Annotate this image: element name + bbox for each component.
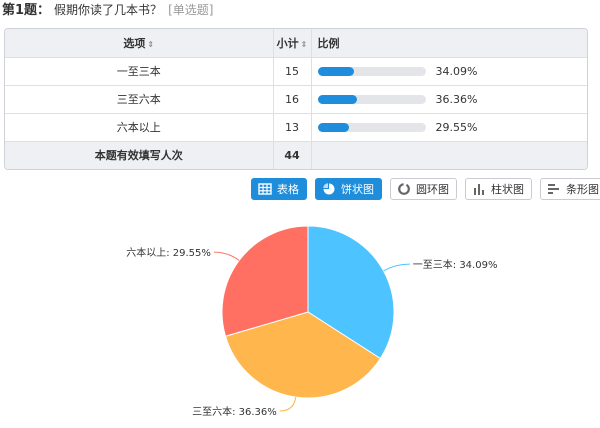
- pie-chart-label: 饼状图: [341, 183, 374, 196]
- progress-bar: [317, 94, 426, 104]
- header-option-label: 选项: [123, 36, 146, 50]
- header-count: 小计 ⇕: [273, 29, 312, 58]
- table-icon: [258, 183, 272, 195]
- pie-chart-icon: [323, 183, 335, 195]
- sort-icon[interactable]: ⇕: [147, 40, 154, 49]
- ratio-cell: 29.55%: [311, 113, 587, 142]
- table-row: 六本以上 13 29.55%: [5, 113, 587, 142]
- header-ratio: 比例: [311, 29, 587, 58]
- progress-fill: [317, 94, 357, 104]
- total-row: 本题有效填写人次 44: [5, 141, 587, 169]
- count-cell: 13: [273, 113, 312, 142]
- label-leader-line: [213, 251, 240, 261]
- count-cell: 16: [273, 85, 312, 114]
- progress-fill: [317, 122, 350, 132]
- question-title: 假期你读了几本书？: [54, 3, 163, 17]
- label-leader-line: [279, 397, 297, 412]
- option-cell: 三至六本: [5, 85, 274, 114]
- slice-label: 一至三本: 34.09%: [413, 258, 498, 271]
- results-table: 选项 ⇕ 小计 ⇕ 比例 一至三本 15 34.09% 三至六本 16 36.36%…: [4, 28, 588, 170]
- table-row: 三至六本 16 36.36%: [5, 85, 587, 114]
- total-label: 本题有效填写人次: [5, 141, 274, 169]
- ratio-cell: 36.36%: [311, 85, 587, 114]
- header-count-label: 小计: [276, 36, 299, 50]
- ratio-cell: 34.09%: [311, 57, 587, 86]
- progress-bar: [317, 66, 426, 76]
- slice-label: 三至六本: 36.36%: [192, 405, 277, 418]
- table-row: 一至三本 15 34.09%: [5, 57, 587, 86]
- option-cell: 六本以上: [5, 113, 274, 142]
- option-cell: 一至三本: [5, 57, 274, 86]
- horizontal-bar-chart-button[interactable]: 条形图: [540, 178, 600, 200]
- label-leader-line: [383, 263, 410, 272]
- total-empty-cell: [311, 141, 587, 169]
- header-ratio-label: 比例: [317, 36, 340, 50]
- table-view-label: 表格: [277, 183, 299, 196]
- horizontal-bar-chart-label: 条形图: [566, 183, 599, 196]
- question-header: 第1题： 假期你读了几本书？ [单选题]: [2, 2, 213, 20]
- question-type: [单选题]: [168, 3, 214, 17]
- sort-icon[interactable]: ⇕: [301, 40, 308, 49]
- donut-chart-icon: [398, 183, 410, 195]
- bar-chart-button[interactable]: 柱状图: [465, 178, 532, 200]
- bar-chart-icon: [474, 184, 484, 195]
- slice-label: 六本以上: 29.55%: [126, 246, 211, 259]
- percent-text: 34.09%: [435, 64, 478, 78]
- header-option[interactable]: 选项 ⇕: [5, 29, 274, 58]
- donut-chart-label: 圆环图: [416, 183, 449, 196]
- progress-fill: [317, 66, 355, 76]
- chart-type-toolbar: 表格 饼状图 圆环图 柱状图 条形图: [251, 178, 600, 200]
- count-cell: 15: [273, 57, 312, 86]
- question-number: 第1题：: [2, 3, 51, 18]
- percent-text: 29.55%: [435, 120, 478, 134]
- pie-chart-button[interactable]: 饼状图: [315, 178, 382, 200]
- total-count: 44: [273, 141, 312, 169]
- table-view-button[interactable]: 表格: [251, 178, 307, 200]
- bar-chart-label: 柱状图: [491, 183, 524, 196]
- horizontal-bar-chart-icon: [548, 184, 559, 194]
- percent-text: 36.36%: [435, 92, 478, 106]
- donut-chart-button[interactable]: 圆环图: [390, 178, 457, 200]
- pie-chart: 一至三本: 34.09% 三至六本: 36.36% 六本以上: 29.55%: [126, 225, 498, 418]
- progress-bar: [317, 122, 426, 132]
